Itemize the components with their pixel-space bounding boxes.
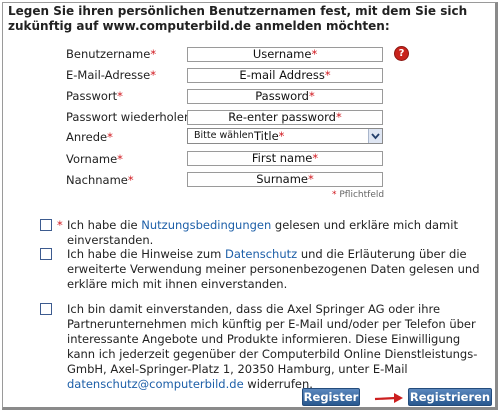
username-field[interactable]: Username* bbox=[187, 47, 383, 62]
terms-required-star: * bbox=[57, 218, 63, 232]
password-repeat-label: Passwort wiederholen* bbox=[66, 110, 197, 124]
privacy-checkbox[interactable] bbox=[40, 248, 52, 260]
firstname-field[interactable]: First name* bbox=[187, 151, 383, 166]
required-note: * Pflichtfeld bbox=[332, 190, 385, 200]
salutation-value: Title* bbox=[254, 129, 285, 143]
registrieren-button[interactable]: Registrieren bbox=[408, 388, 492, 406]
marketing-checkbox[interactable] bbox=[40, 303, 52, 315]
help-icon[interactable]: ? bbox=[394, 46, 409, 61]
email-field[interactable]: E-mail Address* bbox=[187, 68, 383, 83]
lastname-field[interactable]: Surname* bbox=[187, 172, 383, 187]
terms-text: Ich habe die Nutzungsbedingungen gelesen… bbox=[67, 218, 458, 247]
terms-link[interactable]: Nutzungsbedingungen bbox=[141, 218, 271, 232]
arrow-right-icon bbox=[374, 393, 403, 403]
marketing-text: Ich bin damit einverstanden, dass die Ax… bbox=[67, 302, 478, 391]
register-button[interactable]: Register bbox=[302, 388, 360, 406]
chevron-down-icon[interactable] bbox=[368, 129, 382, 143]
username-label: Benutzername* bbox=[66, 47, 157, 61]
privacy-text: Ich habe die Hinweise zum Datenschutz un… bbox=[67, 247, 480, 291]
password-field[interactable]: Password* bbox=[187, 89, 383, 104]
salutation-label: Anrede* bbox=[66, 130, 113, 144]
email-label: E-Mail-Adresse* bbox=[66, 68, 156, 82]
privacy-link[interactable]: Datenschutz bbox=[225, 247, 297, 261]
firstname-label: Vorname* bbox=[66, 152, 123, 166]
marketing-email-link[interactable]: datenschutz@computerbild.de bbox=[67, 377, 244, 391]
password-repeat-field[interactable]: Re-enter password* bbox=[187, 110, 383, 125]
salutation-option: Bitte wählen bbox=[194, 130, 254, 141]
salutation-select[interactable]: Bitte wählen Title* bbox=[187, 128, 383, 144]
terms-checkbox[interactable] bbox=[40, 219, 52, 231]
intro-text: Legen Sie ihren persönlichen Benutzernam… bbox=[8, 4, 468, 33]
lastname-label: Nachname* bbox=[66, 173, 134, 187]
password-label: Passwort* bbox=[66, 89, 123, 103]
